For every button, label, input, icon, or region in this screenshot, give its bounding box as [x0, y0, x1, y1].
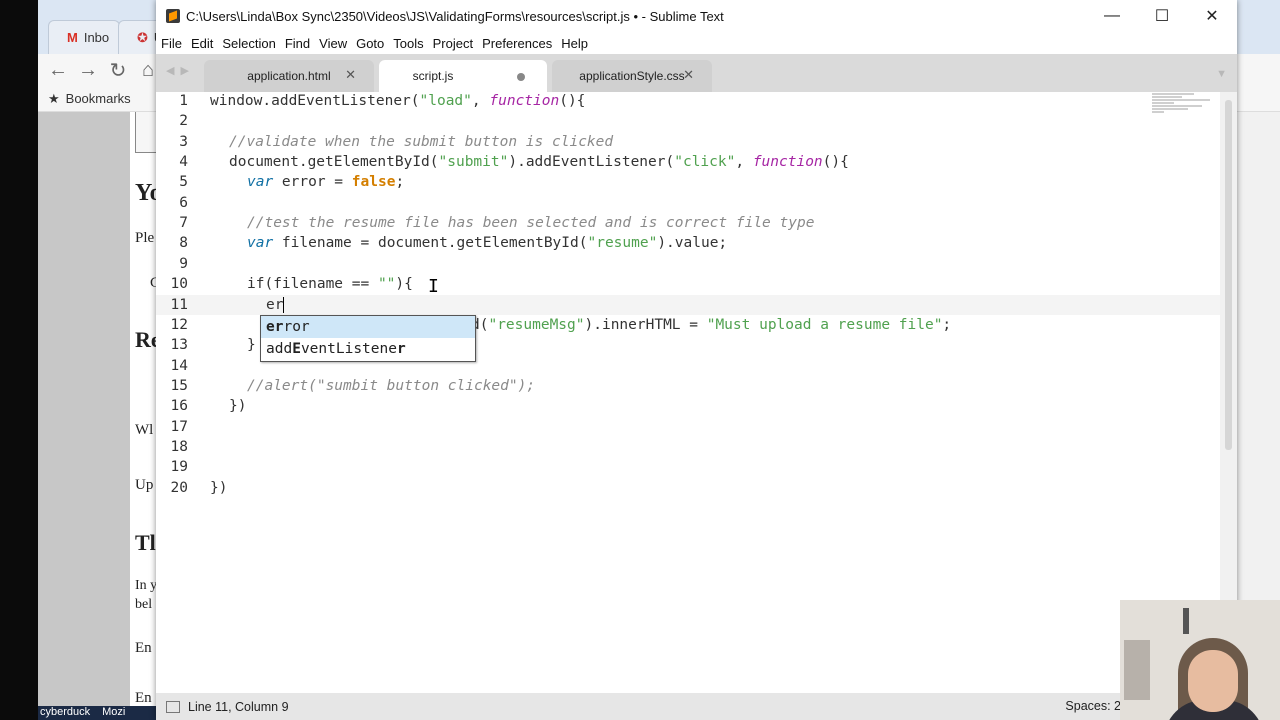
page-text-fragment: In y	[135, 578, 158, 593]
page-text-fragment: bel	[135, 597, 153, 612]
page-text-fragment: Ple	[135, 230, 155, 246]
menu-find[interactable]: Find	[285, 36, 310, 51]
code-line-7: //test the resume file has been selected…	[247, 215, 815, 232]
back-arrow-icon[interactable]: ←	[48, 59, 68, 82]
presenter-face	[1188, 650, 1238, 712]
code-line-13: }	[247, 337, 256, 354]
code-line-20: })	[210, 479, 228, 496]
unsaved-dot-icon[interactable]	[517, 73, 525, 81]
line-number: 12	[170, 316, 188, 333]
tab-dropdown-icon[interactable]: ▼	[1216, 68, 1227, 80]
menu-bar: File Edit Selection Find View Goto Tools…	[156, 32, 1237, 54]
gmail-icon: M	[67, 30, 78, 45]
code-line-4: document.getElementById("submit").addEve…	[229, 154, 849, 171]
cursor-position: Line 11, Column 9	[188, 699, 289, 714]
bookmarks-label[interactable]: Bookmarks	[66, 91, 131, 106]
autocomplete-item-error[interactable]: error	[261, 316, 475, 338]
line-number: 1	[179, 93, 188, 109]
code-line-15: //alert("sumbit button clicked");	[247, 377, 536, 394]
line-number: 14	[170, 357, 188, 374]
line-number: 3	[179, 133, 188, 150]
line-number: 11	[170, 296, 188, 313]
browser-tab-inbox[interactable]: M Inbo	[48, 20, 120, 54]
browser-tab-label: Inbo	[83, 30, 110, 45]
window-controls: — ☐ ✕	[1087, 0, 1237, 32]
line-number: 20	[170, 479, 188, 496]
webcam-overlay	[1120, 600, 1280, 720]
indentation-setting[interactable]: Spaces: 2	[1065, 699, 1121, 713]
code-line-10: if(filename == ""){	[247, 276, 413, 293]
minimap[interactable]	[1152, 92, 1212, 118]
text-caret	[283, 296, 285, 313]
maximize-button[interactable]: ☐	[1137, 0, 1187, 32]
menu-project[interactable]: Project	[433, 36, 473, 51]
autocomplete-item-addeventlistener[interactable]: addEventListener	[261, 338, 475, 360]
code-line-1: window.addEventListener("load", function…	[210, 93, 586, 109]
scrollbar-thumb[interactable]	[1225, 100, 1232, 450]
title-bar[interactable]: C:\Users\Linda\Box Sync\2350\Videos\JS\V…	[156, 0, 1237, 32]
lamp-image	[1183, 608, 1189, 634]
tab-scroll-arrows-icon[interactable]: ◀▶	[166, 64, 195, 77]
menu-goto[interactable]: Goto	[356, 36, 384, 51]
menu-selection[interactable]: Selection	[222, 36, 275, 51]
sublime-text-window: C:\Users\Linda\Box Sync\2350\Videos\JS\V…	[156, 0, 1237, 720]
autocomplete-popup: error addEventListener	[260, 315, 476, 362]
line-number: 5	[179, 174, 188, 191]
line-number: 19	[170, 459, 188, 476]
page-heading-fragment: Tl	[135, 530, 156, 555]
current-line-highlight	[156, 294, 1220, 315]
code-editor[interactable]: 1 2 3 4 5 6 7 8 9 10 11 12 13 14 15 16 1…	[156, 92, 1220, 693]
star-icon: ★	[48, 90, 60, 106]
taskbar-item[interactable]: Mozi	[102, 706, 125, 720]
minimize-button[interactable]: —	[1087, 0, 1137, 32]
page-text-fragment: Wl	[135, 422, 154, 438]
tab-bar: ◀▶ application.html ✕ script.js applicat…	[156, 54, 1237, 92]
menu-help[interactable]: Help	[561, 36, 588, 51]
line-number: 9	[179, 255, 188, 272]
site-icon: ✪	[137, 29, 148, 45]
code-line-3: //validate when the submit button is cli…	[229, 133, 614, 150]
menu-preferences[interactable]: Preferences	[482, 36, 552, 51]
page-text-fragment: Up	[135, 477, 154, 493]
menu-tools[interactable]: Tools	[393, 36, 423, 51]
close-button[interactable]: ✕	[1187, 0, 1237, 32]
tab-close-icon[interactable]: ✕	[683, 67, 694, 83]
status-bar: Line 11, Column 9 Spaces: 2	[156, 693, 1237, 720]
page-text-fragment: En	[135, 640, 152, 656]
line-number: 8	[179, 235, 188, 252]
sublime-app-icon	[166, 9, 180, 23]
line-number: 7	[179, 215, 188, 232]
home-icon[interactable]: ⌂	[138, 59, 158, 82]
code-line-11: er	[266, 296, 285, 313]
code-line-16: })	[229, 398, 247, 415]
text-cursor-ibeam-icon: I	[428, 276, 439, 297]
tab-applicationstyle-css[interactable]: applicationStyle.css ✕	[552, 60, 712, 92]
reload-icon[interactable]: ↻	[108, 58, 128, 83]
line-number: 17	[170, 418, 188, 435]
menu-view[interactable]: View	[319, 36, 347, 51]
code-line-5: var error = false;	[247, 174, 405, 191]
line-number: 4	[179, 154, 188, 171]
code-line-12: d("resumeMsg").innerHTML = "Must upload …	[471, 316, 952, 333]
window-title: C:\Users\Linda\Box Sync\2350\Videos\JS\V…	[186, 8, 724, 24]
line-number: 6	[179, 194, 188, 211]
line-number: 15	[170, 377, 188, 394]
line-number: 18	[170, 438, 188, 455]
menu-file[interactable]: File	[161, 36, 182, 51]
taskbar-item[interactable]: cyberduck	[40, 706, 90, 720]
line-number: 2	[179, 113, 188, 130]
page-input-box	[135, 112, 157, 153]
picture-frame-image	[1124, 640, 1150, 700]
line-number: 10	[170, 276, 188, 293]
menu-edit[interactable]: Edit	[191, 36, 213, 51]
line-number: 13	[170, 337, 188, 354]
page-text-fragment: En	[135, 690, 152, 706]
panel-toggle-icon[interactable]	[166, 700, 180, 713]
forward-arrow-icon[interactable]: →	[78, 59, 98, 82]
tab-label: script.js	[412, 69, 454, 83]
tab-script-js[interactable]: script.js	[379, 60, 547, 92]
code-line-8: var filename = document.getElementById("…	[247, 235, 728, 252]
line-number: 16	[170, 398, 188, 415]
